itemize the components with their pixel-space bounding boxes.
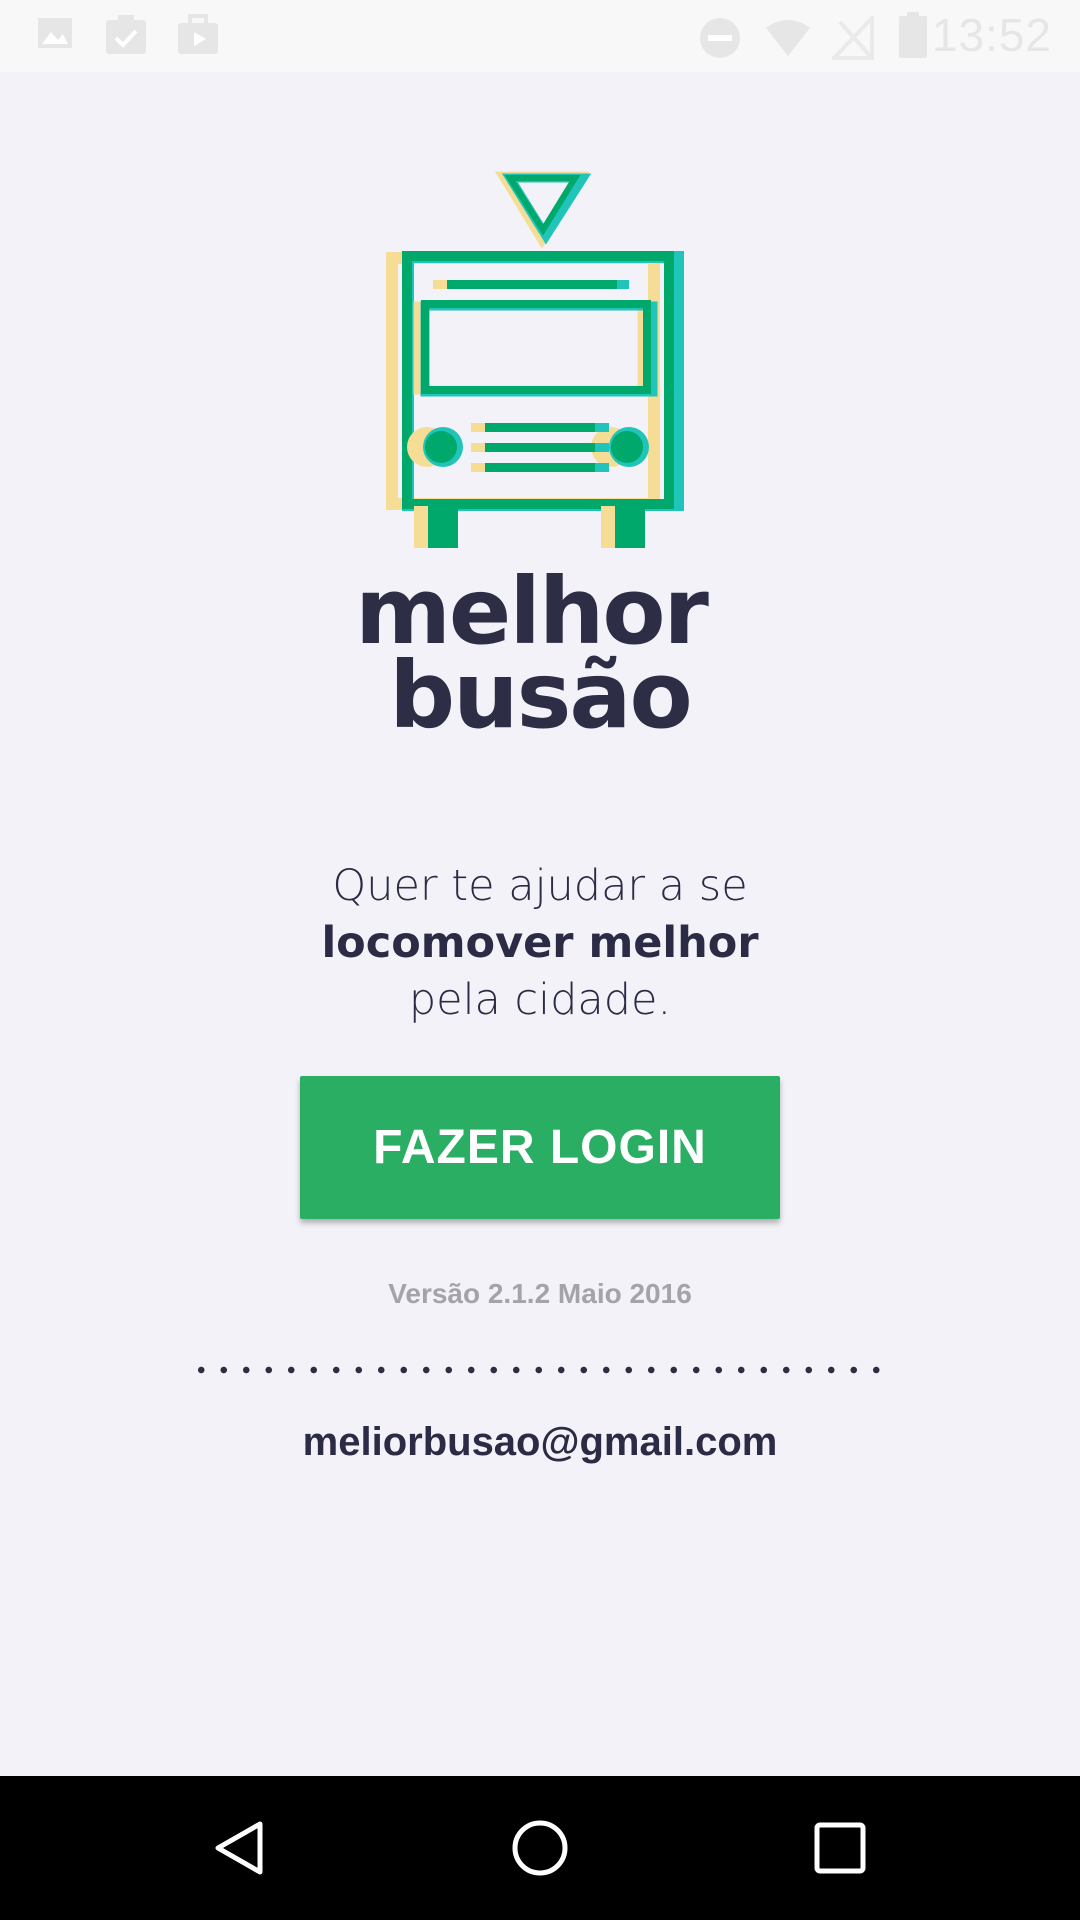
recents-button[interactable] — [760, 1776, 920, 1920]
briefcase-icon — [176, 14, 220, 61]
status-time: 13:52 — [931, 9, 1052, 61]
contact-email[interactable]: meliorbusao@gmail.com — [0, 1420, 1080, 1465]
home-button[interactable] — [460, 1776, 620, 1920]
clipboard-check-icon — [104, 14, 148, 61]
navigation-bar — [0, 1776, 1080, 1920]
tagline-line1: Quer te ajudar a se — [332, 861, 748, 911]
app-name-line2-wrap: busão — [0, 650, 1080, 742]
back-icon — [215, 1821, 263, 1875]
wifi-icon — [764, 18, 812, 63]
tagline-line2: locomover melhor — [321, 918, 759, 968]
app-name-line2: busão — [389, 642, 692, 749]
tagline-line3: pela cidade. — [408, 975, 672, 1025]
image-icon — [36, 14, 74, 57]
home-icon — [512, 1820, 568, 1876]
status-bar: 13:52 — [0, 0, 1080, 72]
tagline: Quer te ajudar a se locomover melhor pel… — [0, 858, 1080, 1029]
app-name: melhor busão — [0, 566, 1080, 742]
minus-circle-icon — [698, 16, 742, 65]
login-button[interactable]: FAZER LOGIN — [300, 1076, 780, 1219]
version-text: Versão 2.1.2 Maio 2016 — [388, 1278, 692, 1309]
bus-icon — [386, 171, 684, 548]
recents-icon — [814, 1822, 866, 1874]
battery-icon — [898, 12, 928, 63]
dotted-divider — [190, 1366, 890, 1374]
screen: 13:52 melhor busão Quer te ajudar a se l… — [0, 0, 1080, 1920]
no-signal-icon — [829, 12, 874, 65]
back-button[interactable] — [160, 1776, 320, 1920]
